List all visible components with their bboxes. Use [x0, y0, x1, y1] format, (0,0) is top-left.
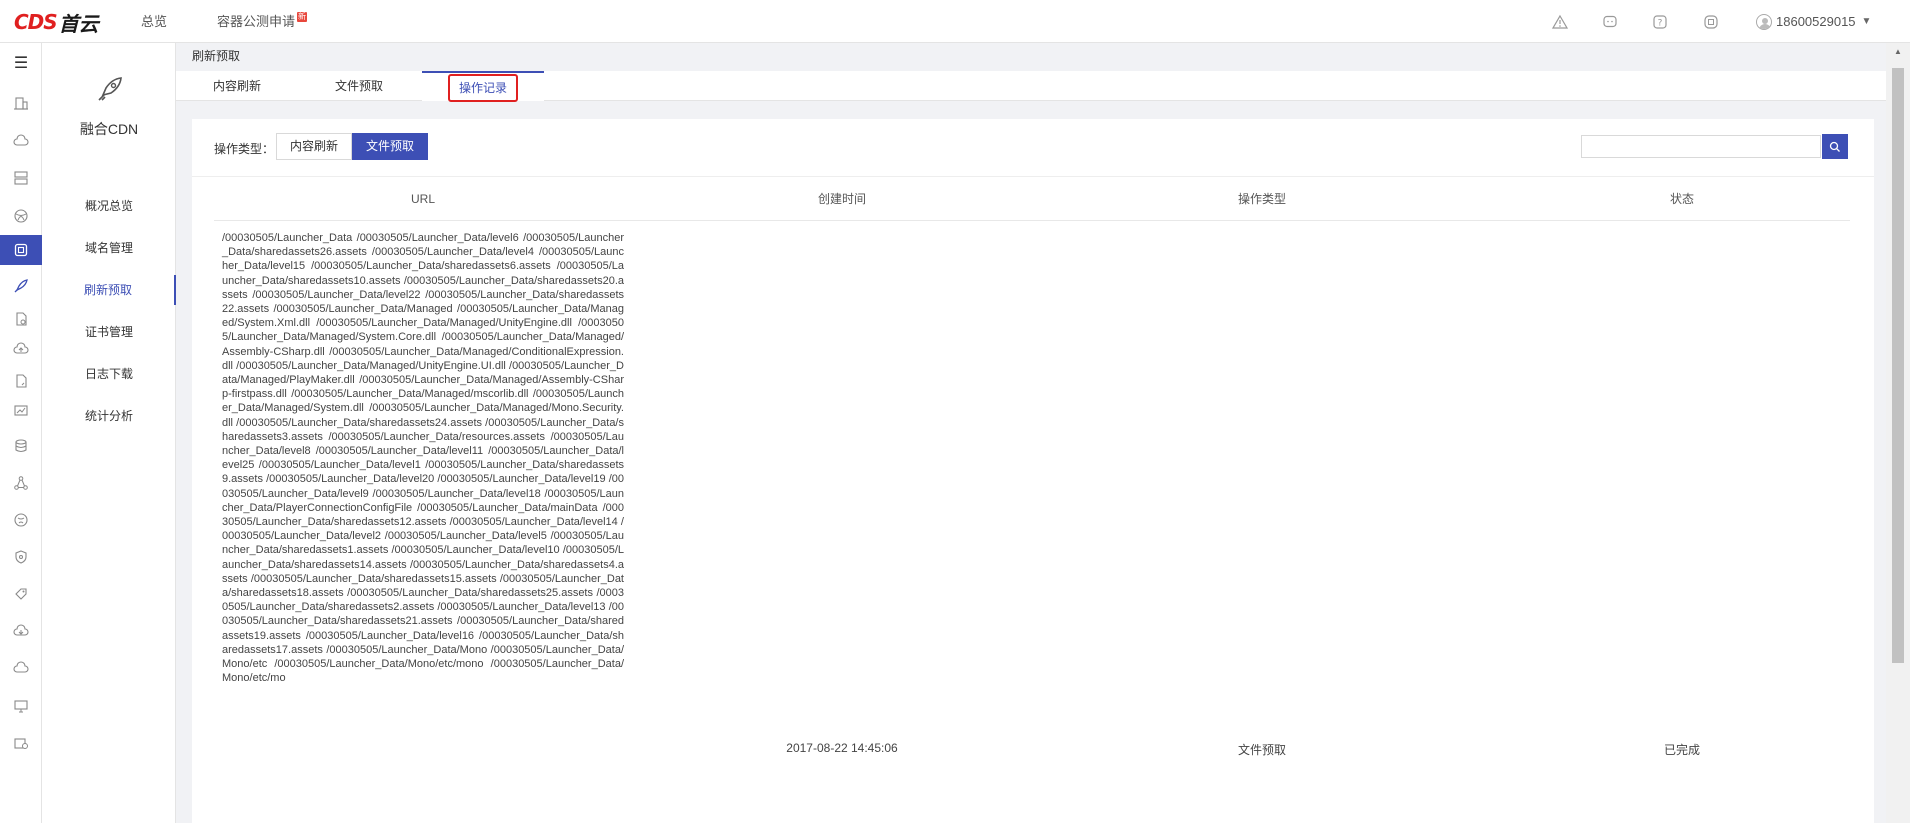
nav-container-beta-label: 容器公测申请	[217, 14, 296, 29]
topology-icon[interactable]	[0, 468, 42, 498]
row-url: /00030505/Launcher_Data /00030505/Launch…	[222, 232, 624, 685]
settings-icon[interactable]	[0, 728, 42, 758]
rocket-icon	[94, 73, 126, 105]
scroll-up-icon[interactable]: ▲	[1886, 47, 1910, 56]
chat-icon[interactable]	[1601, 13, 1619, 31]
tab-operation-log-label: 操作记录	[447, 74, 518, 102]
tag-icon[interactable]	[0, 579, 42, 609]
building-icon[interactable]	[0, 88, 42, 118]
menu-item-domain[interactable]: 域名管理	[42, 233, 176, 263]
cloud-download-icon[interactable]	[0, 616, 42, 646]
username: 18600529015	[1776, 14, 1856, 29]
tab-bar: 内容刷新 文件预取 操作记录	[176, 71, 1886, 102]
logo-cn: 首云	[58, 11, 99, 36]
row-status: 已完成	[1663, 743, 1700, 757]
user-menu[interactable]: 18600529015 ▼	[1756, 0, 1871, 43]
operation-type-toggle: 内容刷新 文件预取	[276, 133, 429, 160]
avatar	[1756, 13, 1772, 30]
file-icon[interactable]	[0, 366, 42, 396]
cloud-upload-icon[interactable]	[0, 334, 42, 364]
menu-icon[interactable]: ☰	[0, 53, 42, 73]
cloud-icon[interactable]	[0, 126, 42, 156]
doc-icon[interactable]	[0, 304, 42, 334]
filter-content-refresh[interactable]: 内容刷新	[276, 133, 353, 160]
new-badge: 新	[297, 12, 308, 22]
menu-item-refresh-prefetch[interactable]: 刷新预取	[42, 275, 176, 305]
menu-item-certificate[interactable]: 证书管理	[42, 317, 176, 347]
column-created: 创建时间	[817, 192, 866, 206]
menu-item-overview[interactable]: 概况总览	[42, 191, 176, 221]
row-type: 文件预取	[1237, 743, 1286, 757]
globe-icon[interactable]	[0, 505, 42, 535]
svg-text:?: ?	[1658, 19, 1663, 29]
nav-overview[interactable]: 总览	[141, 0, 167, 43]
shield-icon[interactable]	[0, 542, 42, 572]
nav-overview-label: 总览	[141, 14, 168, 29]
page-scrollbar[interactable]: ▲	[1886, 43, 1910, 823]
row-created: 2017-08-22 14:45:06	[786, 741, 898, 755]
column-status: 状态	[1669, 192, 1694, 206]
scrollbar-thumb[interactable]	[1892, 68, 1904, 663]
page-title: 刷新预取	[192, 49, 241, 63]
chevron-down-icon: ▼	[1861, 16, 1872, 27]
table-header: URL 创建时间 操作类型 状态	[214, 177, 1850, 221]
tab-file-prefetch[interactable]: 文件预取	[298, 71, 420, 101]
records-table: URL 创建时间 操作类型 状态 /00030505/Launcher_Data…	[214, 177, 1850, 757]
filter-label: 操作类型：	[214, 142, 275, 156]
logo[interactable]: CDS 首云	[14, 10, 99, 36]
rocket-icon[interactable]	[0, 271, 42, 301]
top-header: CDS 首云 总览 容器公测申请新 ? 18600529015 ▼	[0, 0, 1910, 43]
cdn-submenu: 融合CDN 概况总览 域名管理 刷新预取 证书管理 日志下载 统计分析	[42, 43, 176, 823]
help-icon[interactable]: ?	[1651, 13, 1669, 31]
cloud-icon[interactable]	[0, 653, 42, 683]
filter-bar: 操作类型： 内容刷新 文件预取	[192, 119, 1874, 177]
column-type: 操作类型	[1237, 192, 1286, 206]
filter-file-prefetch[interactable]: 文件预取	[352, 133, 429, 160]
tab-operation-log[interactable]: 操作记录	[422, 71, 544, 102]
records-panel: 操作类型： 内容刷新 文件预取 URL 创建时间 操作类型 状态 /000305…	[192, 119, 1874, 823]
product-name: 融合CDN	[79, 121, 139, 137]
warning-icon[interactable]	[1551, 13, 1569, 31]
server-icon[interactable]	[0, 163, 42, 193]
main-content: 刷新预取 内容刷新 文件预取 操作记录 操作类型： 内容刷新 文件预取 URL …	[176, 43, 1886, 823]
logo-latin: CDS	[14, 10, 58, 34]
cdn-icon[interactable]	[0, 235, 42, 265]
language-icon[interactable]	[1702, 13, 1720, 31]
database-icon[interactable]	[0, 431, 42, 461]
monitor-icon[interactable]	[0, 396, 42, 426]
menu-item-statistics[interactable]: 统计分析	[42, 401, 176, 431]
display-icon[interactable]	[0, 691, 42, 721]
search-input[interactable]	[1581, 135, 1821, 158]
menu-item-log-download[interactable]: 日志下载	[42, 359, 176, 389]
network-icon[interactable]	[0, 201, 42, 231]
product-rail: ☰	[0, 43, 42, 823]
column-url: URL	[410, 192, 435, 206]
search-icon	[1829, 141, 1840, 152]
search-button[interactable]	[1822, 134, 1848, 159]
nav-container-beta[interactable]: 容器公测申请新	[217, 0, 308, 43]
tab-content-refresh[interactable]: 内容刷新	[176, 71, 298, 101]
